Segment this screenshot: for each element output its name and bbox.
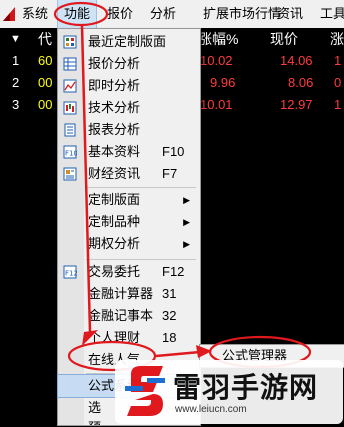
menu-tools[interactable]: 工具 <box>320 0 344 28</box>
menu-item-label: 基本资料 <box>88 144 141 159</box>
menu-item-label: 即时分析 <box>88 78 141 93</box>
menu-item-financial-calculator[interactable]: 金融计算器 31 <box>58 283 200 305</box>
menu-item-quote-analysis[interactable]: 报价分析 <box>58 53 200 75</box>
header-rise[interactable]: 涨 <box>330 28 344 50</box>
menu-item-personal-finance[interactable]: 个人理财 18 <box>58 327 200 349</box>
menu-separator <box>86 187 196 188</box>
menu-item-financial-notebook[interactable]: 金融记事本 32 <box>58 305 200 327</box>
rise: 0 <box>334 75 342 90</box>
f10-icon: F10 <box>63 145 77 159</box>
menu-item-label: 定制版面 <box>88 192 141 207</box>
rise: 1 <box>334 97 342 112</box>
news-icon <box>63 167 77 181</box>
menu-item-option-analysis[interactable]: 期权分析 ▶ <box>58 233 200 255</box>
menu-item-trade-order[interactable]: F12 交易委托 F12 <box>58 261 200 283</box>
app-logo-icon <box>3 7 15 21</box>
sort-arrow-icon[interactable]: ▼ <box>10 28 21 50</box>
menu-item-label: 财经资讯 <box>88 166 141 181</box>
menu-separator <box>86 259 196 260</box>
watermark: 雷羽手游网 www.leiucn.com <box>115 356 343 424</box>
menu-item-label: 报表分析 <box>88 122 141 137</box>
price: 8.06 <box>288 75 314 90</box>
menu-item-label: 最近定制版面 <box>88 34 167 49</box>
menu-item-label: 金融计算器 <box>88 286 154 301</box>
candlestick-icon <box>63 101 77 115</box>
menu-bar: 系统 功能 报价 分析 扩展市场行情 资讯 工具 <box>0 0 344 29</box>
menu-item-label: 定制品种 <box>88 214 141 229</box>
menu-item-label: 期权分析 <box>88 236 141 251</box>
row-number: 3 <box>12 97 20 112</box>
menu-item-label: 报价分析 <box>88 56 141 71</box>
change-pct: 9.96 <box>210 75 236 90</box>
menu-news[interactable]: 资讯 <box>277 0 303 28</box>
menu-item-shortcut: F7 <box>162 166 178 181</box>
watermark-url: www.leiucn.com <box>175 404 247 415</box>
menu-quote[interactable]: 报价 <box>107 0 133 28</box>
change-pct: 10.02 <box>200 53 233 68</box>
menu-item-label: 个人理财 <box>88 330 141 345</box>
menu-item-shortcut: F12 <box>162 264 185 279</box>
stock-code: 60 <box>38 53 53 68</box>
menu-system[interactable]: 系统 <box>22 0 48 28</box>
menu-function[interactable]: 功能 <box>56 0 98 29</box>
price: 14.06 <box>280 53 313 68</box>
menu-item-finance-news[interactable]: 财经资讯 F7 <box>58 163 200 185</box>
rise: 1 <box>334 53 342 68</box>
menu-item-label: 交易委托 <box>88 264 141 279</box>
menu-item-shortcut: 32 <box>162 308 177 323</box>
submenu-arrow-icon: ▶ <box>183 217 190 227</box>
row-number: 1 <box>12 53 20 68</box>
submenu-arrow-icon: ▶ <box>183 195 190 205</box>
f12-icon: F12 <box>63 265 77 279</box>
line-chart-icon <box>63 79 77 93</box>
grid-icon <box>63 35 77 49</box>
menu-item-recent-layout[interactable]: 最近定制版面 <box>58 31 200 53</box>
menu-item-shortcut: 31 <box>162 286 177 301</box>
menu-analysis[interactable]: 分析 <box>150 0 176 28</box>
menu-item-basic-info[interactable]: F10 基本资料 F10 <box>58 141 200 163</box>
report-icon <box>64 123 76 137</box>
menu-item-shortcut: 18 <box>162 330 177 345</box>
menu-item-custom-variety[interactable]: 定制品种 ▶ <box>58 211 200 233</box>
svg-text:F12: F12 <box>65 270 77 278</box>
menu-item-label: 金融记事本 <box>88 308 154 323</box>
stock-code: 00 <box>38 75 53 90</box>
svg-text:F10: F10 <box>65 150 77 158</box>
header-code[interactable]: 代 <box>38 28 52 50</box>
header-change-pct[interactable]: 涨幅% <box>198 28 238 50</box>
price: 12.97 <box>280 97 313 112</box>
menu-item-shortcut: F10 <box>162 144 185 159</box>
menu-item-custom-layout[interactable]: 定制版面 ▶ <box>58 189 200 211</box>
submenu-arrow-icon: ▶ <box>183 239 190 249</box>
menu-item-label: 技术分析 <box>88 100 141 115</box>
menu-item-label: 选 <box>88 400 102 415</box>
change-pct: 10.01 <box>200 97 233 112</box>
menu-item-technical-analysis[interactable]: 技术分析 <box>58 97 200 119</box>
row-number: 2 <box>12 75 20 90</box>
watermark-title: 雷羽手游网 <box>173 371 319 404</box>
menu-extended-market[interactable]: 扩展市场行情 <box>203 0 281 28</box>
header-price[interactable]: 现价 <box>270 28 298 50</box>
stock-code: 00 <box>38 97 53 112</box>
table-icon <box>63 57 77 71</box>
menu-item-report-analysis[interactable]: 报表分析 <box>58 119 200 141</box>
menu-item-realtime-analysis[interactable]: 即时分析 <box>58 75 200 97</box>
